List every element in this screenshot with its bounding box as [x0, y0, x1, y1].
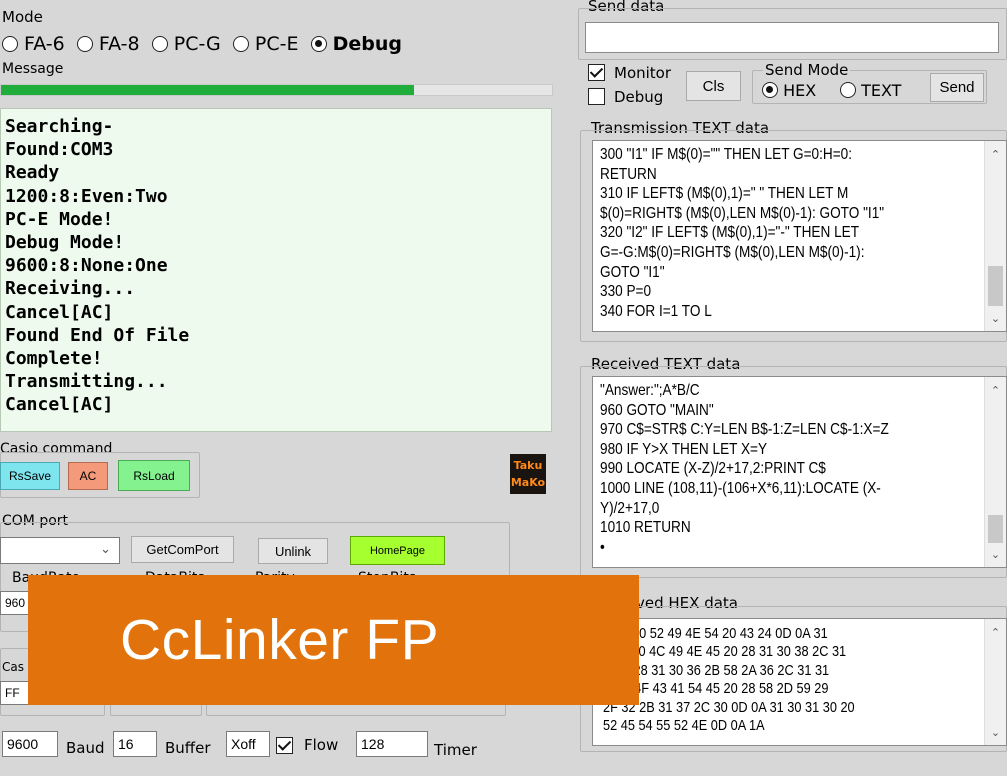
get-com-port-button[interactable]: GetComPort: [131, 536, 234, 563]
takumako-logo: Taku MaKo: [510, 454, 546, 494]
scroll-down-icon[interactable]: ⌄: [985, 545, 1006, 563]
received-scrollbar[interactable]: ⌃ ⌄: [984, 377, 1006, 567]
casio-settings-label: Cas: [2, 660, 24, 674]
cls-button[interactable]: Cls: [686, 71, 741, 101]
radio-icon: [76, 36, 93, 52]
hex-textarea[interactable]: 2 3A 50 52 49 4E 54 20 43 24 0D 0A 31 0 …: [592, 618, 1007, 746]
received-textarea[interactable]: "Answer:";A*B/C 960 GOTO "MAIN" 970 C$=S…: [592, 376, 1007, 568]
unlink-button[interactable]: Unlink: [258, 538, 328, 564]
rs-load-button[interactable]: RsLoad: [118, 460, 190, 491]
scroll-up-icon[interactable]: ⌃: [985, 381, 1006, 399]
scroll-down-icon[interactable]: ⌄: [985, 723, 1006, 741]
scroll-thumb[interactable]: [988, 266, 1003, 306]
hex-scrollbar[interactable]: ⌃ ⌄: [984, 619, 1006, 745]
flow-label: Flow: [304, 736, 339, 754]
radio-selected-icon: [310, 36, 327, 52]
received-text: "Answer:";A*B/C 960 GOTO "MAIN" 970 C$=S…: [600, 382, 889, 556]
buffer-label: Buffer: [165, 739, 211, 757]
message-label: Message: [2, 61, 64, 77]
send-data-input[interactable]: [585, 22, 999, 53]
baud-label: Baud: [66, 739, 105, 757]
message-log-text: Searching- Found:COM3 Ready 1200:8:Even:…: [5, 116, 190, 416]
home-page-button[interactable]: HomePage: [350, 536, 445, 565]
text-radio[interactable]: TEXT: [840, 81, 901, 100]
debug-label: Debug: [614, 88, 664, 106]
progress-bar: [0, 84, 553, 96]
xoff-input[interactable]: Xoff: [226, 731, 270, 757]
radio-icon: [2, 36, 18, 52]
scroll-up-icon[interactable]: ⌃: [985, 623, 1006, 641]
banner-title: CcLinker FP: [120, 608, 440, 672]
send-mode-label: Send Mode: [763, 61, 851, 79]
mode-radio-pce[interactable]: PC-E: [232, 33, 299, 55]
com-port-select[interactable]: ⌄: [0, 537, 120, 564]
timer-input[interactable]: 128: [356, 731, 428, 757]
progress-fill: [1, 85, 415, 95]
title-banner: CcLinker FP: [28, 575, 639, 705]
radio-icon: [232, 36, 249, 52]
monitor-checkbox[interactable]: [588, 63, 605, 82]
chevron-down-icon: ⌄: [100, 541, 111, 556]
scroll-down-icon[interactable]: ⌄: [985, 309, 1006, 327]
radio-selected-icon: [762, 82, 778, 98]
baud-input[interactable]: 9600: [2, 731, 58, 757]
radio-icon: [151, 36, 168, 52]
flow-checkbox[interactable]: [276, 736, 293, 755]
scroll-thumb[interactable]: [988, 515, 1003, 543]
mode-radio-fa8[interactable]: FA-8: [76, 33, 140, 55]
scroll-up-icon[interactable]: ⌃: [985, 145, 1006, 163]
transmission-text: 300 "I1" IF M$(0)="" THEN LET G=0:H=0: R…: [600, 146, 885, 320]
send-button[interactable]: Send: [930, 73, 984, 102]
checkbox-empty-icon: [588, 88, 605, 105]
rs-save-button[interactable]: RsSave: [0, 462, 60, 490]
radio-icon: [840, 82, 856, 98]
hex-radio[interactable]: HEX: [762, 81, 816, 100]
transmission-textarea[interactable]: 300 "I1" IF M$(0)="" THEN LET G=0:H=0: R…: [592, 140, 1007, 332]
buffer-input[interactable]: 16: [113, 731, 157, 757]
checkbox-checked-icon: [276, 737, 293, 754]
debug-checkbox[interactable]: [588, 87, 605, 106]
hex-text: 2 3A 50 52 49 4E 54 20 43 24 0D 0A 31 0 …: [603, 625, 855, 735]
ac-button[interactable]: AC: [68, 462, 108, 490]
mode-radio-group: FA-6 FA-8 PC-G PC-E Debug: [2, 33, 402, 55]
mode-radio-fa6[interactable]: FA-6: [2, 33, 65, 55]
monitor-label: Monitor: [614, 64, 672, 82]
transmission-scrollbar[interactable]: ⌃ ⌄: [984, 141, 1006, 331]
checkbox-checked-icon: [588, 64, 605, 81]
timer-label: Timer: [434, 741, 477, 759]
mode-label: Mode: [2, 8, 43, 26]
mode-radio-pcg[interactable]: PC-G: [151, 33, 221, 55]
message-log: Searching- Found:COM3 Ready 1200:8:Even:…: [0, 108, 552, 432]
mode-radio-debug[interactable]: Debug: [310, 33, 402, 55]
